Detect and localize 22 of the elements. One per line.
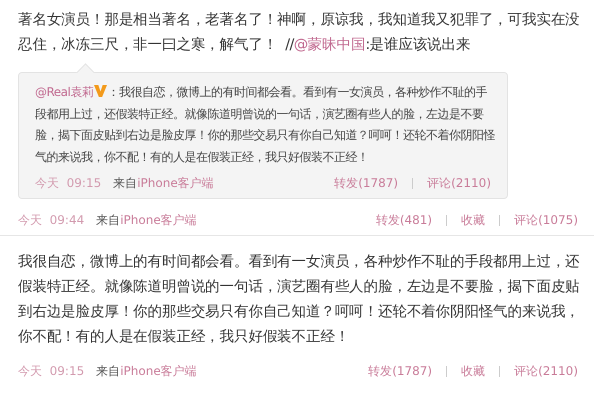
action-link[interactable]: 转发(481) bbox=[376, 211, 432, 229]
source-label: 来自 bbox=[96, 212, 120, 229]
action-link[interactable]: 评论(2110) bbox=[427, 174, 491, 192]
post-time: 今天 09:15 bbox=[35, 175, 102, 192]
source-link[interactable]: iPhone客户端 bbox=[137, 174, 214, 192]
mention-link[interactable]: @蒙昧中国 bbox=[294, 37, 366, 53]
source-label: 来自 bbox=[113, 175, 138, 192]
post-text: 著名女演员！那是相当著名，老著名了！神啊，原谅我，我知道我又犯罪了，可我实在没忍住，冰冻三尺，非一曰之寒，解气了！ //@蒙昧中国:是谁应该说出来 bbox=[18, 10, 581, 55]
source-link[interactable]: iPhone客户端 bbox=[120, 362, 197, 380]
action-link[interactable]: 收藏 bbox=[461, 211, 486, 229]
source-label: 来自 bbox=[96, 363, 120, 380]
action-link[interactable]: 转发(1787) bbox=[334, 174, 398, 192]
quoted-post-text: @Real袁莉 ：我很自恋，微博上的有时间都会看。看到有一女演员，各种炒作不耻的手段都用上过，还假装特正经。就像陈道明曾说的一句话，演艺圈有些人的脸，左边是不要脸，揭下面皮贴到右边是脸皮厚！你的那些交易只有你自己知道？呵呵！还轮不着你阴阳怪气的来说我，你不配！有的人是在假装正经，我只好假装不正经！ bbox=[35, 84, 496, 166]
action-link[interactable]: 评论(1075) bbox=[514, 211, 578, 229]
action-link[interactable]: 评论(2110) bbox=[514, 362, 578, 380]
action-link[interactable]: 转发(1787) bbox=[368, 362, 432, 380]
post-time: 今天 09:44 bbox=[18, 212, 84, 229]
source-link[interactable]: iPhone客户端 bbox=[120, 211, 197, 229]
post-time: 今天 09:15 bbox=[18, 363, 84, 380]
action-link[interactable]: 收藏 bbox=[461, 362, 486, 380]
author-link[interactable]: @Real袁莉 bbox=[35, 85, 94, 99]
post-text: 我很自恋，微博上的有时间都会看。看到有一女演员，各种炒作不耻的手段都用上过，还假装特正经。就像陈道明曾说的一句话，演艺圈有些人的脸，左边是不要脸，揭下面皮贴到右边是脸皮厚！你的那些交易只有你自己知道？呵呵！还轮不着你阴阳怪气的来说我，你不配！有的人是在假装正经，我只好假装不正经！ bbox=[18, 252, 581, 347]
